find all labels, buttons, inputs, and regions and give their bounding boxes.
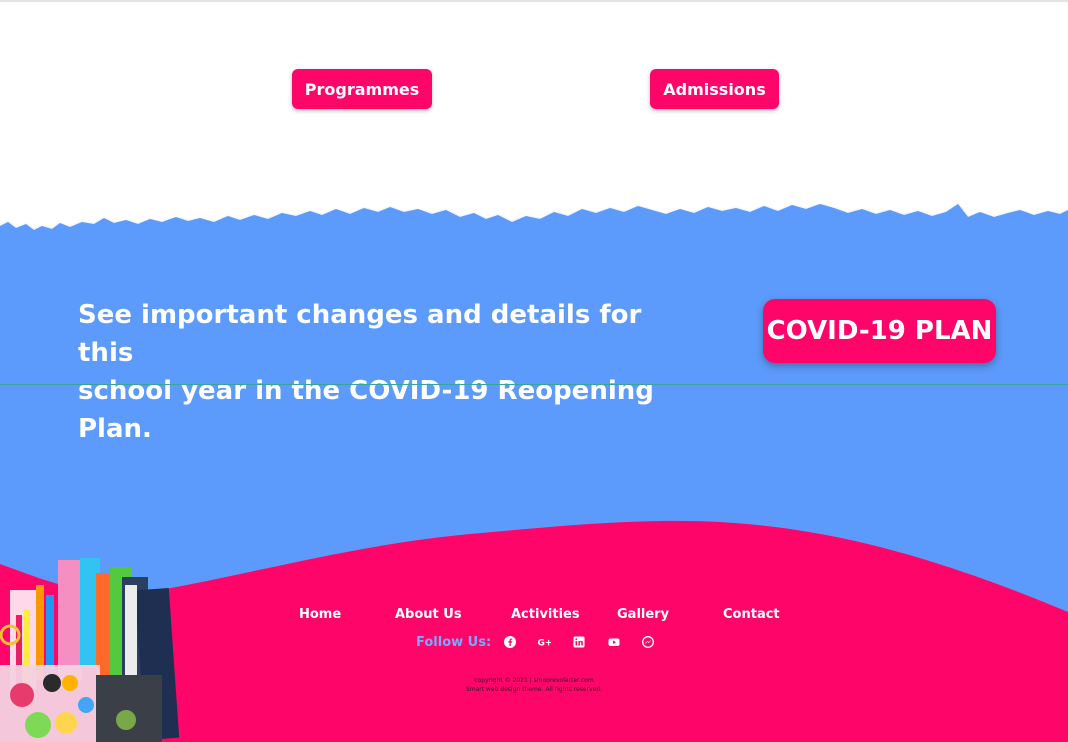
hero-line-1: See important changes and details for th… xyxy=(78,300,642,368)
copyright-text: copyright © 2021 | smoorevolarter.com Sm… xyxy=(434,676,634,694)
top-border xyxy=(0,0,1068,2)
google-plus-icon[interactable]: G+ xyxy=(537,635,552,649)
linkedin-icon[interactable] xyxy=(572,635,586,649)
copyright-line: copyright © 2021 | smoorevolarter.com xyxy=(474,677,594,684)
footer-nav: Home About Us Activities Gallery Contact xyxy=(0,607,1068,625)
svg-text:G+: G+ xyxy=(538,639,552,649)
messenger-icon[interactable] xyxy=(641,635,655,649)
footer-link-activities[interactable]: Activities xyxy=(511,607,580,622)
footer-link-gallery[interactable]: Gallery xyxy=(617,607,669,622)
theme-note-line: Smart web design theme. All rights reser… xyxy=(465,686,603,693)
follow-us-label: Follow Us: xyxy=(416,635,492,650)
programmes-button[interactable]: Programmes xyxy=(292,69,432,109)
hero-line-2: school year in the COVID-19 Reopening Pl… xyxy=(78,376,654,444)
section-divider xyxy=(0,384,1068,385)
facebook-icon[interactable] xyxy=(503,635,517,649)
covid-plan-button[interactable]: COVID-19 PLAN xyxy=(763,299,996,363)
youtube-icon[interactable] xyxy=(607,635,621,649)
footer-link-contact[interactable]: Contact xyxy=(723,607,780,622)
admissions-button[interactable]: Admissions xyxy=(650,69,779,109)
reopening-plan-text: See important changes and details for th… xyxy=(78,296,678,448)
school-supplies-image xyxy=(0,558,180,742)
footer-link-home[interactable]: Home xyxy=(299,607,341,622)
footer-link-about-us[interactable]: About Us xyxy=(395,607,462,622)
